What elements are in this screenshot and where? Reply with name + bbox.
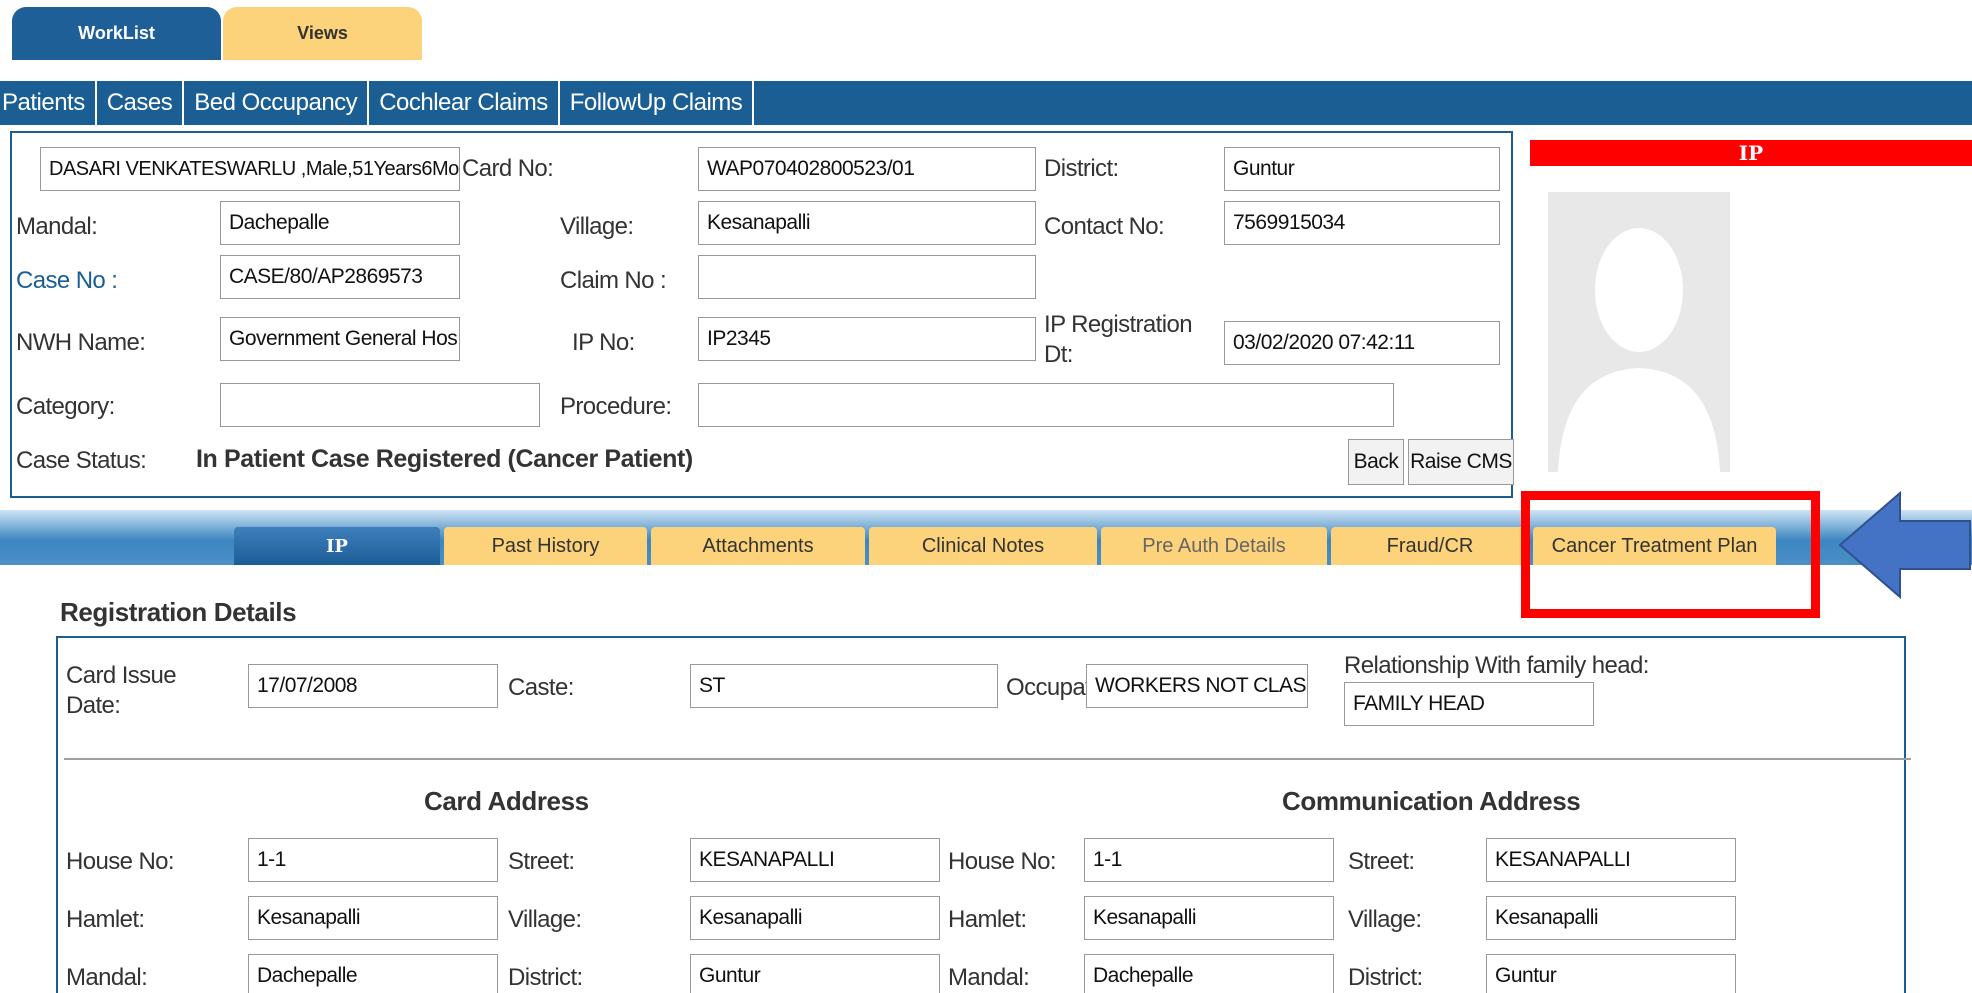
nav-patients[interactable]: Patients xyxy=(0,81,97,125)
comm-hamlet-field[interactable]: Kesanapalli xyxy=(1084,896,1334,940)
card-street-field[interactable]: KESANAPALLI xyxy=(690,838,940,882)
card-no-field[interactable]: WAP070402800523/01 xyxy=(698,147,1036,191)
comm-house-no-field[interactable]: 1-1 xyxy=(1084,838,1334,882)
card-house-no-label: House No: xyxy=(66,848,175,875)
card-mandal-label: Mandal: xyxy=(66,964,148,991)
relationship-label: Relationship With family head: xyxy=(1344,652,1649,679)
comm-hamlet-label: Hamlet: xyxy=(948,906,1027,933)
mandal-label: Mandal: xyxy=(16,213,98,240)
card-no-label: Card No: xyxy=(462,155,554,182)
case-status-label: Case Status: xyxy=(16,447,147,474)
raise-cms-button[interactable]: Raise CMS xyxy=(1408,439,1514,485)
comm-street-field[interactable]: KESANAPALLI xyxy=(1486,838,1736,882)
card-district-label: District: xyxy=(508,964,583,991)
top-tab-strip: WorkList Views xyxy=(0,0,1972,60)
card-issue-date-field[interactable]: 17/07/2008 xyxy=(248,664,498,708)
highlight-box xyxy=(1521,491,1820,618)
nwh-label: NWH Name: xyxy=(16,329,146,356)
card-house-no-field[interactable]: 1-1 xyxy=(248,838,498,882)
caste-field[interactable]: ST xyxy=(690,664,998,708)
district-label: District: xyxy=(1044,155,1119,182)
card-issue-label-line2: Date: xyxy=(66,692,121,719)
nwh-field[interactable]: Government General Hos xyxy=(220,317,460,361)
tab-views[interactable]: Views xyxy=(223,7,422,60)
category-field[interactable] xyxy=(220,383,540,427)
card-district-field[interactable]: Guntur xyxy=(690,954,940,993)
ip-reg-dt-field[interactable]: 03/02/2020 07:42:11 xyxy=(1224,321,1500,365)
registration-details-title: Registration Details xyxy=(60,597,297,627)
card-street-label: Street: xyxy=(508,848,575,875)
comm-village-field[interactable]: Kesanapalli xyxy=(1486,896,1736,940)
card-hamlet-field[interactable]: Kesanapalli xyxy=(248,896,498,940)
mandal-field[interactable]: Dachepalle xyxy=(220,201,460,245)
comm-district-field[interactable]: Guntur xyxy=(1486,954,1736,993)
nav-followup-claims[interactable]: FollowUp Claims xyxy=(560,81,755,125)
ip-banner: IP xyxy=(1530,140,1972,166)
contact-label: Contact No: xyxy=(1044,213,1165,240)
tab-past-history[interactable]: Past History xyxy=(444,527,647,565)
patient-info-panel: DASARI VENKATESWARLU ,Male,51Years6Month… xyxy=(10,131,1514,498)
case-no-label: Case No : xyxy=(16,267,118,294)
occupation-field[interactable]: WORKERS NOT CLASSIFI xyxy=(1086,664,1308,708)
claim-no-label: Claim No : xyxy=(560,267,667,294)
procedure-field[interactable] xyxy=(698,383,1394,427)
tab-ip[interactable]: IP xyxy=(234,527,440,565)
tab-pre-auth-details[interactable]: Pre Auth Details xyxy=(1101,527,1327,565)
contact-field[interactable]: 7569915034 xyxy=(1224,201,1500,245)
comm-mandal-label: Mandal: xyxy=(948,964,1030,991)
card-village-label: Village: xyxy=(508,906,582,933)
tab-worklist[interactable]: WorkList xyxy=(12,7,221,60)
avatar-silhouette-icon xyxy=(1548,192,1730,472)
category-label: Category: xyxy=(16,393,115,420)
registration-panel: Card Issue Date: 17/07/2008 Caste: ST Oc… xyxy=(56,636,1906,993)
nav-cases[interactable]: Cases xyxy=(97,81,185,125)
comm-street-label: Street: xyxy=(1348,848,1415,875)
main-nav: Patients Cases Bed Occupancy Cochlear Cl… xyxy=(0,81,1972,125)
ip-no-field[interactable]: IP2345 xyxy=(698,317,1036,361)
communication-address-title: Communication Address xyxy=(1282,786,1581,816)
caste-label: Caste: xyxy=(508,674,574,701)
tab-fraud-cr[interactable]: Fraud/CR xyxy=(1331,527,1529,565)
case-no-field[interactable]: CASE/80/AP2869573 xyxy=(220,255,460,299)
claim-no-field[interactable] xyxy=(698,255,1036,299)
ip-reg-label-line2: Dt: xyxy=(1044,341,1073,368)
relationship-field[interactable]: FAMILY HEAD xyxy=(1344,682,1594,726)
comm-house-no-label: House No: xyxy=(948,848,1057,875)
card-village-field[interactable]: Kesanapalli xyxy=(690,896,940,940)
case-status-value: In Patient Case Registered (Cancer Patie… xyxy=(196,445,693,473)
ip-no-label: IP No: xyxy=(572,329,635,356)
tab-attachments[interactable]: Attachments xyxy=(651,527,865,565)
village-label: Village: xyxy=(560,213,634,240)
procedure-label: Procedure: xyxy=(560,393,672,420)
comm-village-label: Village: xyxy=(1348,906,1422,933)
comm-mandal-field[interactable]: Dachepalle xyxy=(1084,954,1334,993)
patient-photo-placeholder xyxy=(1548,192,1730,472)
patient-name-field[interactable]: DASARI VENKATESWARLU ,Male,51Years6Month… xyxy=(40,147,460,191)
card-hamlet-label: Hamlet: xyxy=(66,906,145,933)
nav-bed-occupancy[interactable]: Bed Occupancy xyxy=(184,81,370,125)
district-field[interactable]: Guntur xyxy=(1224,147,1500,191)
section-divider xyxy=(64,758,1911,760)
card-mandal-field[interactable]: Dachepalle xyxy=(248,954,498,993)
left-arrow-icon xyxy=(1838,491,1971,599)
card-issue-label-line1: Card Issue xyxy=(66,662,177,689)
nav-cochlear-claims[interactable]: Cochlear Claims xyxy=(369,81,560,125)
card-address-title: Card Address xyxy=(424,786,589,816)
tab-clinical-notes[interactable]: Clinical Notes xyxy=(869,527,1097,565)
comm-district-label: District: xyxy=(1348,964,1423,991)
village-field[interactable]: Kesanapalli xyxy=(698,201,1036,245)
ip-reg-label-line1: IP Registration xyxy=(1044,311,1193,338)
back-button[interactable]: Back xyxy=(1348,439,1404,485)
